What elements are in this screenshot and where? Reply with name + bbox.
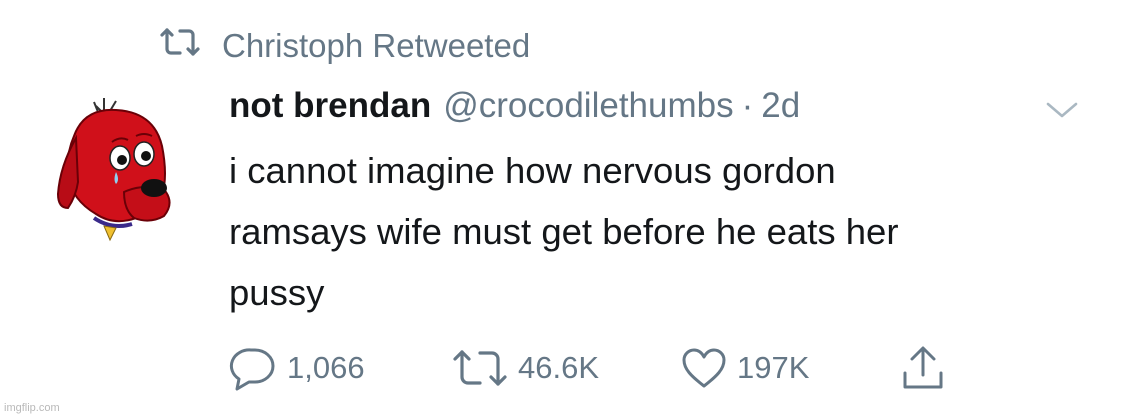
tweet-text-line: ramsays wife must get before he eats her bbox=[229, 211, 899, 252]
tweet-timestamp[interactable]: 2d bbox=[761, 86, 800, 126]
retweet-button[interactable]: 46.6K bbox=[452, 340, 599, 396]
like-button[interactable]: 197K bbox=[681, 340, 809, 396]
tweet-text-line: i cannot imagine how nervous gordon bbox=[229, 150, 836, 191]
tweet-text: i cannot imagine how nervous gordon rams… bbox=[229, 140, 1099, 323]
retweet-context-label: Christoph Retweeted bbox=[222, 27, 531, 64]
reply-button[interactable]: 1,066 bbox=[229, 340, 365, 396]
separator-dot: · bbox=[741, 86, 754, 125]
user-handle[interactable]: @crocodilethumbs bbox=[443, 86, 733, 126]
reply-icon bbox=[229, 345, 277, 391]
heart-icon bbox=[681, 347, 727, 389]
tweet-text-line: pussy bbox=[229, 272, 325, 313]
like-count: 197K bbox=[737, 350, 810, 385]
share-icon bbox=[901, 345, 945, 391]
retweet-icon bbox=[160, 27, 200, 65]
tweet-actions: 1,066 46.6K 197K bbox=[229, 340, 989, 396]
chevron-down-icon[interactable] bbox=[1044, 98, 1080, 122]
retweet-icon bbox=[452, 348, 508, 388]
display-name[interactable]: not brendan bbox=[229, 86, 431, 126]
watermark: imgflip.com bbox=[4, 402, 60, 414]
retweet-context[interactable]: Christoph Retweeted bbox=[160, 24, 530, 68]
share-button[interactable] bbox=[901, 340, 945, 396]
tweet-header: not brendan @crocodilethumbs · 2d bbox=[229, 86, 1085, 134]
avatar[interactable] bbox=[54, 96, 180, 246]
retweet-count: 46.6K bbox=[518, 350, 600, 385]
reply-count: 1,066 bbox=[287, 350, 365, 385]
